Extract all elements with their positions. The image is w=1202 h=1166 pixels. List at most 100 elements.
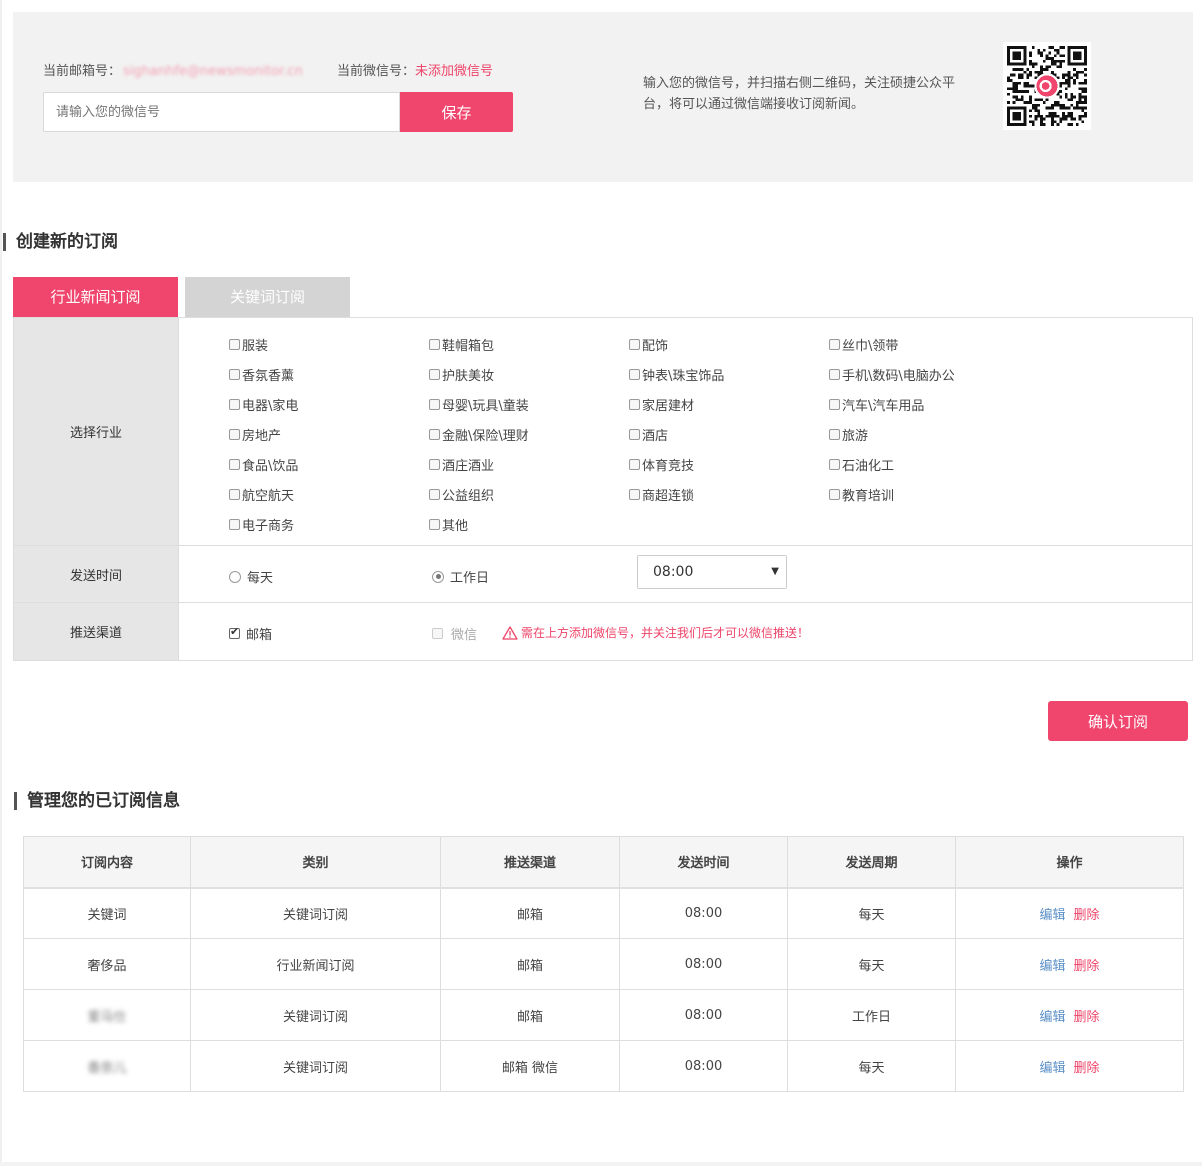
- checkbox-icon[interactable]: [229, 489, 240, 500]
- industry-checkbox[interactable]: 配饰: [629, 335, 668, 354]
- delete-link[interactable]: 删除: [1074, 908, 1100, 923]
- checkbox-icon[interactable]: [429, 459, 440, 470]
- checkbox-icon[interactable]: [629, 339, 640, 350]
- wechat-label: 当前微信号：: [337, 64, 416, 79]
- send-time-select[interactable]: 08:00 ▼: [637, 555, 787, 589]
- cell-actions: 编辑 删除: [955, 1040, 1184, 1092]
- cell-period: 每天: [787, 938, 956, 990]
- table-row: 关键词 关键词订阅 邮箱 08:00 每天 编辑 删除: [23, 887, 1184, 939]
- checkbox-icon[interactable]: [829, 339, 840, 350]
- industry-checkbox[interactable]: 护肤美妆: [429, 365, 494, 384]
- industry-checkbox[interactable]: 服装: [229, 335, 268, 354]
- checkbox-checked-icon[interactable]: [229, 625, 240, 639]
- tab-keyword[interactable]: 关键词订阅: [185, 277, 350, 317]
- checkbox-icon[interactable]: [429, 519, 440, 530]
- cell-actions: 编辑 删除: [955, 938, 1184, 990]
- industry-checkbox[interactable]: 旅游: [829, 425, 868, 444]
- checkbox-icon[interactable]: [629, 429, 640, 440]
- checkbox-icon[interactable]: [429, 369, 440, 380]
- edit-link[interactable]: 编辑: [1039, 908, 1065, 923]
- industry-checkbox[interactable]: 母婴\玩具\童装: [429, 395, 529, 414]
- checkbox-icon[interactable]: [629, 489, 640, 500]
- checkbox-icon[interactable]: [229, 429, 240, 440]
- industry-checkbox[interactable]: 丝巾\领带: [829, 335, 898, 354]
- save-button[interactable]: 保存: [400, 92, 513, 132]
- industry-checkbox[interactable]: 手机\数码\电脑办公: [829, 365, 955, 384]
- cell-content: 香奈儿: [23, 1040, 191, 1092]
- industry-checkbox[interactable]: 商超连锁: [629, 485, 694, 504]
- confirm-subscription-button[interactable]: 确认订阅: [1048, 701, 1188, 741]
- wechat-warning: 需在上方添加微信号，并关注我们后才可以微信推送！: [502, 624, 809, 641]
- cell-category-text: 关键词订阅: [282, 1060, 348, 1076]
- email-value: sighanhfe@newsmonitor.cn: [123, 64, 303, 79]
- wechat-value: 未添加微信号: [415, 64, 494, 79]
- industry-checkbox[interactable]: 其他: [429, 515, 468, 534]
- industry-checkbox[interactable]: 金融\保险\理财: [429, 425, 529, 444]
- checkbox-icon[interactable]: [629, 399, 640, 410]
- channel-email-checkbox[interactable]: 邮箱: [229, 624, 272, 643]
- delete-link[interactable]: 删除: [1074, 959, 1100, 974]
- send-time-value: 08:00: [653, 564, 694, 580]
- industry-checkbox[interactable]: 食品\饮品: [229, 455, 298, 474]
- cell-time-text: 08:00: [684, 905, 723, 921]
- industry-checkbox[interactable]: 教育培训: [829, 485, 894, 504]
- cell-channel: 邮箱: [440, 887, 620, 939]
- industry-checkbox[interactable]: 航空航天: [229, 485, 294, 504]
- checkbox-icon[interactable]: [829, 489, 840, 500]
- industry-checkbox[interactable]: 电子商务: [229, 515, 294, 534]
- cell-category-text: 关键词订阅: [282, 1009, 348, 1025]
- industry-checkbox[interactable]: 电器\家电: [229, 395, 298, 414]
- checkbox-icon[interactable]: [429, 429, 440, 440]
- cell-content-text: 爱马仕: [87, 1009, 127, 1025]
- tab-industry-news[interactable]: 行业新闻订阅: [13, 277, 178, 317]
- checkbox-icon[interactable]: [229, 399, 240, 410]
- wechat-tip: 输入您的微信号，并扫描右侧二维码，关注硕捷公众平台，将可以通过微信端接收订阅新闻…: [643, 76, 956, 112]
- cell-time: 08:00: [619, 1040, 788, 1092]
- industry-checkbox-label: 公益组织: [442, 489, 495, 504]
- industry-checkbox[interactable]: 钟表\珠宝饰品: [629, 365, 724, 384]
- delete-link[interactable]: 删除: [1074, 1061, 1100, 1076]
- radio-workday[interactable]: 工作日: [432, 567, 489, 586]
- create-section-title: 创建新的订阅: [3, 233, 118, 251]
- channel-wechat-checkbox[interactable]: 微信: [432, 624, 477, 643]
- send-time-label: 发送时间: [14, 545, 179, 602]
- checkbox-icon[interactable]: [829, 399, 840, 410]
- checkbox-icon[interactable]: [229, 339, 240, 350]
- industry-checkbox[interactable]: 家居建材: [629, 395, 694, 414]
- checkbox-icon[interactable]: [229, 459, 240, 470]
- edit-link[interactable]: 编辑: [1039, 1010, 1065, 1025]
- email-label: 当前邮箱号：: [43, 64, 122, 79]
- industry-checkbox[interactable]: 体育竞技: [629, 455, 694, 474]
- industry-checkbox[interactable]: 鞋帽箱包: [429, 335, 494, 354]
- checkbox-icon[interactable]: [829, 369, 840, 380]
- checkbox-icon[interactable]: [429, 489, 440, 500]
- wechat-input[interactable]: [43, 92, 400, 132]
- checkbox-icon[interactable]: [429, 339, 440, 350]
- checkbox-icon[interactable]: [829, 429, 840, 440]
- cell-actions: 编辑 删除: [955, 989, 1184, 1041]
- industry-checkbox[interactable]: 房地产: [229, 425, 281, 444]
- industry-checkbox[interactable]: 酒店: [629, 425, 668, 444]
- radio-workday-dot[interactable]: [432, 570, 444, 583]
- industry-checkbox[interactable]: 汽车\汽车用品: [829, 395, 924, 414]
- industry-checkbox-label: 钟表\珠宝饰品: [642, 369, 725, 384]
- warning-text: 需在上方添加微信号，并关注我们后才可以微信推送！: [521, 626, 810, 640]
- edit-link[interactable]: 编辑: [1039, 1061, 1065, 1076]
- delete-link[interactable]: 删除: [1074, 1010, 1100, 1025]
- industry-checkbox[interactable]: 石油化工: [829, 455, 894, 474]
- checkbox-icon[interactable]: [829, 459, 840, 470]
- checkbox-icon[interactable]: [629, 459, 640, 470]
- checkbox-icon[interactable]: [229, 519, 240, 530]
- checkbox-icon[interactable]: [229, 369, 240, 380]
- industry-checkbox[interactable]: 公益组织: [429, 485, 494, 504]
- page-frame-left: [0, 0, 2, 1166]
- radio-daily-dot[interactable]: [229, 570, 241, 583]
- radio-daily[interactable]: 每天: [229, 567, 273, 586]
- checkbox-icon[interactable]: [429, 399, 440, 410]
- checkbox-disabled-icon[interactable]: [432, 628, 443, 639]
- industry-checkbox[interactable]: 酒庄酒业: [429, 455, 494, 474]
- edit-link[interactable]: 编辑: [1039, 959, 1065, 974]
- industry-checkbox-label: 其他: [442, 519, 469, 534]
- checkbox-icon[interactable]: [629, 369, 640, 380]
- industry-checkbox[interactable]: 香氛香薰: [229, 365, 294, 384]
